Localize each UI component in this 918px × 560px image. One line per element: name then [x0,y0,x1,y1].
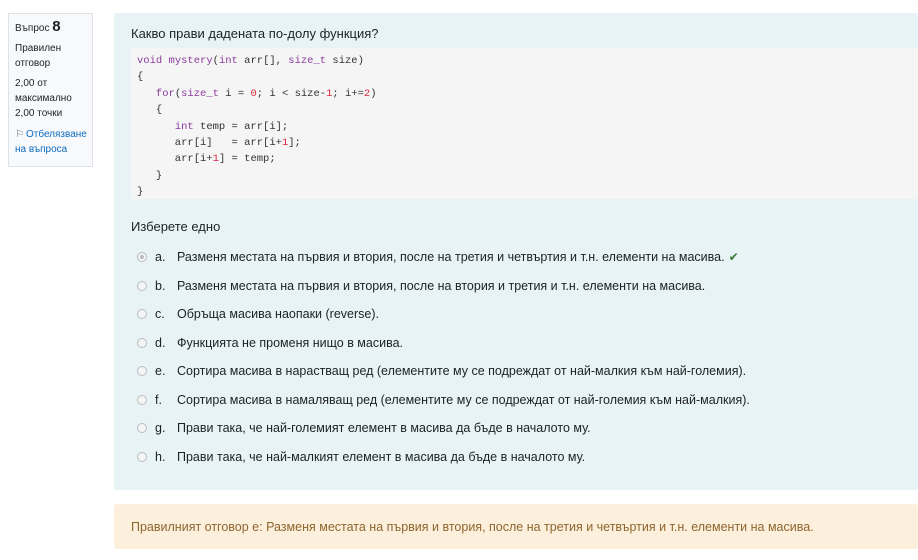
flag-line-2: на въпроса [15,144,68,155]
flag-line-1: Отбелязване [25,129,87,140]
code-line: int temp = arr[i]; [174,120,289,133]
code-line: { [137,104,163,117]
answer-text: Сортира масива в нарастващ ред (елементи… [177,364,747,379]
answer-text: Функцията не променя нищо в масива. [177,335,404,350]
answer-letter: b. [155,278,166,293]
check-icon: ✔ [728,250,739,265]
answer-text: Обръща масива наопаки (reverse). [177,307,379,322]
grade-line-2: максимално [15,93,72,104]
answer-letter: h. [155,449,166,464]
question-text: Какво прави дадената по-долу функция? [131,26,379,41]
correct-answer-feedback: Правилният отговор е: Разменя местата на… [114,504,918,549]
question-number: 8 [52,18,61,35]
feedback-text: Правилният отговор е: Разменя местата на… [131,519,814,534]
state-line-1: Правилен [15,43,62,54]
answer-text: Сортира масива в намаляващ ред (елементи… [177,392,750,407]
answer-option-f[interactable]: f. Сортира масива в намаляващ ред (елемен… [131,386,918,415]
answer-letter: g. [155,421,166,436]
question-label: Въпрос [15,23,50,34]
answer-letter: e. [155,364,166,379]
question-grade: 2,00 от максимално 2,00 точки [15,76,86,121]
question-info-panel: Въпрос 8 Правилен отговор 2,00 от максим… [8,13,93,167]
answer-option-d[interactable]: d. Функцията не променя нищо в масива. [131,329,918,358]
answer-radio[interactable] [137,366,147,377]
answer-letter: f. [155,392,162,407]
answer-list: a. Разменя местата на първия и втория, по… [131,243,918,471]
answer-text: Прави така, че най-големият елемент в ма… [177,421,591,436]
answer-radio[interactable] [137,451,147,462]
answer-option-b[interactable]: b. Разменя местата на първия и втория, по… [131,272,918,301]
answer-option-c[interactable]: c. Обръща масива наопаки (reverse). [131,300,918,329]
state-line-2: отговор [15,58,51,69]
answer-text: Прави така, че най-малкият елемент в мас… [177,449,586,464]
question-state: Правилен отговор [15,41,86,71]
code-line: arr[i+1] = temp; [137,153,276,166]
code-line: void mystery(int arr[], size_t size) [137,55,364,67]
answer-letter: a. [155,250,166,265]
code-block: void mystery(int arr[], size_t size) { f… [131,48,918,199]
answer-text: Разменя местата на първия и втория, посл… [177,250,725,265]
code-line: } [137,169,163,182]
answer-letter: c. [155,307,165,322]
answer-option-a[interactable]: a. Разменя местата на първия и втория, по… [131,243,918,272]
answer-option-g[interactable]: g. Прави така, че най-големият елемент в … [131,414,918,443]
answer-option-h[interactable]: h. Прави така, че най-малкият елемент в м… [131,443,918,472]
code-line: } [137,186,144,199]
answer-letter: d. [155,335,166,350]
answer-radio[interactable] [137,394,147,405]
answer-radio[interactable] [137,423,147,434]
code-line: { [137,71,144,84]
question-number-line: Въпрос 8 [15,19,86,36]
answer-radio[interactable] [137,337,147,348]
code-line: for(size_t i = 0; i < size-1; i+=2) [155,87,377,100]
question-formulation: Какво прави дадената по-долу функция? vo… [114,13,918,490]
answer-option-e[interactable]: e. Сортира масива в нарастващ ред (елемен… [131,357,918,386]
answer-prompt: Изберете едно [131,219,221,234]
flag-question-link[interactable]: ⚐ Отбелязване на въпроса [15,127,87,157]
grade-line-3: 2,00 точки [15,108,63,119]
answer-radio[interactable] [137,309,147,320]
answer-radio[interactable] [137,252,147,263]
code-line: arr[i] = arr[i+1]; [137,137,301,150]
flag-icon: ⚐ [15,129,24,140]
answer-text: Разменя местата на първия и втория, посл… [177,278,706,293]
grade-line-1: 2,00 от [15,78,48,89]
answer-radio[interactable] [137,280,147,291]
